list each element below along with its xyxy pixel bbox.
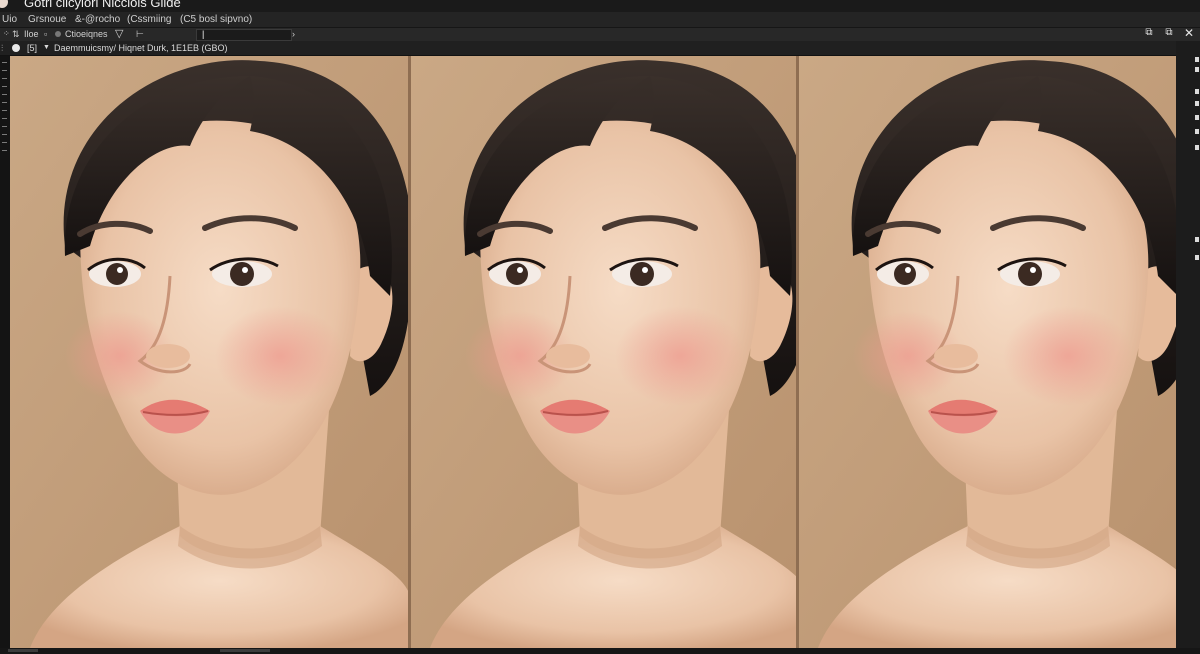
ruler-tick	[2, 118, 7, 119]
left-ruler	[0, 56, 10, 648]
status-bar	[0, 648, 1200, 654]
panel-toggle-icon[interactable]: ⫶	[1, 43, 3, 54]
option-icon[interactable]: ▫	[44, 29, 47, 39]
toolbar-arrow[interactable]: ›	[292, 29, 295, 39]
document-index[interactable]: [5]	[27, 43, 37, 53]
panel-divider	[408, 56, 411, 648]
ruler-tick	[2, 86, 7, 87]
menu-item-3[interactable]: &-@rocho	[75, 14, 120, 25]
close-button[interactable]: ✕	[1183, 27, 1195, 39]
document-icon	[12, 44, 20, 52]
ruler-tick	[2, 110, 7, 111]
panel-tool-icon[interactable]	[1195, 67, 1199, 72]
menu-bar: Uio Grsnoue &-@rocho (Cssmiing (C5 bosl …	[0, 12, 1200, 28]
canvas[interactable]	[10, 56, 1176, 648]
move-tool-icon[interactable]: ⁘	[3, 29, 10, 38]
lock-icon[interactable]: ⇅	[12, 29, 20, 40]
status-segment	[8, 649, 38, 652]
menu-item-1[interactable]: Uio	[2, 14, 17, 25]
ruler-tick	[2, 150, 7, 151]
app-icon[interactable]	[0, 0, 8, 8]
ruler-tick	[2, 70, 7, 71]
toolbar-item-1[interactable]: Iloe	[24, 29, 39, 39]
ruler-tick	[2, 102, 7, 103]
fullscreen-button[interactable]: ⧉	[1163, 27, 1175, 39]
panel-tool-icon[interactable]	[1195, 57, 1199, 62]
filter-icon[interactable]: ▽	[115, 27, 123, 40]
ruler-tick	[2, 94, 7, 95]
panel-tool-icon[interactable]	[1195, 255, 1199, 260]
panel-tool-icon[interactable]	[1195, 237, 1199, 242]
options-toolbar: ⁘ ⇅ Iloe ▫ Ctioeiqnes ▽ ⊢ | ›	[0, 28, 1200, 41]
panel-tool-icon[interactable]	[1195, 115, 1199, 120]
ruler-tick	[2, 126, 7, 127]
text-cursor: |	[202, 29, 205, 39]
status-segment	[220, 649, 270, 652]
portrait-panel-2	[410, 56, 813, 648]
ruler-tick	[2, 142, 7, 143]
menu-item-2[interactable]: Grsnoue	[28, 14, 66, 25]
portrait-composite	[10, 56, 1176, 648]
brush-icon[interactable]: ⊢	[136, 29, 144, 40]
portrait-panel-3	[798, 56, 1176, 648]
color-dot-icon[interactable]	[55, 31, 61, 37]
panel-tool-icon[interactable]	[1195, 101, 1199, 106]
window-title: Gotrl ciicylorl Nicciols Gilde	[24, 0, 181, 10]
right-toolbar	[1176, 41, 1200, 648]
document-tab[interactable]: Daemmuicsmy/ Hiqnet Durk, 1E1EB (GBO)	[54, 43, 228, 53]
portrait-panel-1	[10, 56, 413, 648]
menu-item-5[interactable]: (C5 bosl sipvno)	[180, 14, 252, 25]
panel-tool-icon[interactable]	[1195, 89, 1199, 94]
toolbar-input[interactable]	[196, 29, 292, 41]
title-bar: Gotrl ciicylorl Nicciols Gilde	[0, 0, 1200, 12]
restore-button[interactable]: ⧉	[1143, 27, 1155, 39]
panel-divider	[796, 56, 799, 648]
panel-tool-icon[interactable]	[1195, 129, 1199, 134]
ruler-tick	[2, 62, 7, 63]
ruler-tick	[2, 134, 7, 135]
panel-tool-icon[interactable]	[1195, 145, 1199, 150]
ruler-tick	[2, 78, 7, 79]
document-tab-bar: ⫶ [5] ▼ Daemmuicsmy/ Hiqnet Durk, 1E1EB …	[0, 41, 1200, 56]
toolbar-item-2[interactable]: Ctioeiqnes	[65, 29, 108, 39]
menu-item-4[interactable]: (Cssmiing	[127, 14, 171, 25]
chevron-down-icon[interactable]: ▼	[43, 44, 50, 51]
